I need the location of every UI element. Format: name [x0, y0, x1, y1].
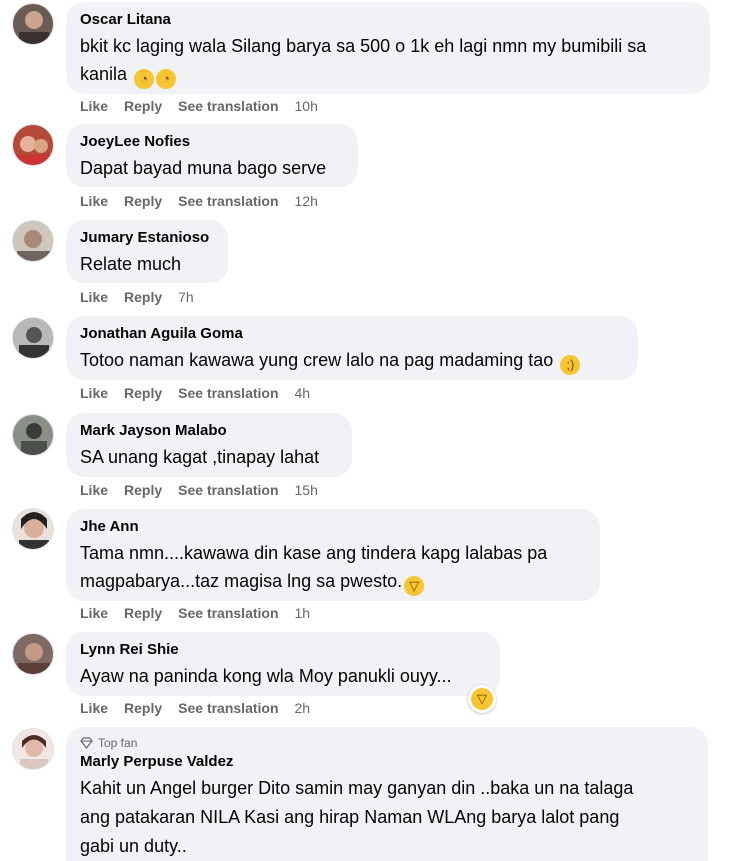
comment-bubble: JoeyLee Nofies Dapat bayad muna bago ser… [66, 124, 358, 187]
reply-button[interactable]: Reply [124, 604, 162, 622]
commenter-name[interactable]: Marly Perpuse Valdez [80, 752, 694, 771]
timestamp[interactable]: 2h [295, 699, 311, 717]
comment-bubble: Jumary Estanioso Relate much [66, 220, 228, 283]
see-translation-link[interactable]: See translation [178, 481, 278, 499]
timestamp[interactable]: 12h [295, 192, 318, 210]
avatar[interactable] [12, 317, 54, 359]
comment-bubble: Lynn Rei Shie Ayaw na paninda kong wla M… [66, 632, 500, 696]
comment-text: Relate much [80, 254, 182, 274]
comment-text: Tama nmn....kawawa din kase ang tindera … [80, 539, 586, 596]
comment-bubble: Jonathan Aguila Goma Totoo naman kawawa … [66, 316, 638, 380]
like-button[interactable]: Like [80, 384, 108, 402]
comment-text: bkit kc laging wala Silang barya sa 500 … [80, 32, 696, 89]
comment-text: SA unang kagat ,tinapay lahat [80, 447, 320, 467]
like-button[interactable]: Like [80, 699, 108, 717]
reply-button[interactable]: Reply [124, 384, 162, 402]
avatar[interactable] [12, 3, 54, 45]
reply-button[interactable]: Reply [124, 699, 162, 717]
comment-bubble: Mark Jayson Malabo SA unang kagat ,tinap… [66, 413, 352, 477]
avatar[interactable] [12, 124, 54, 166]
like-button[interactable]: Like [80, 604, 108, 622]
like-button[interactable]: Like [80, 481, 108, 499]
avatar[interactable] [12, 508, 54, 550]
see-translation-link[interactable]: See translation [178, 699, 278, 717]
diamond-icon [80, 737, 93, 749]
commenter-name[interactable]: JoeyLee Nofies [80, 132, 344, 151]
comment-actions: Like Reply See translation 15h [80, 481, 318, 499]
timestamp[interactable]: 1h [295, 604, 311, 622]
reply-button[interactable]: Reply [124, 192, 162, 210]
top-fan-badge: Top fan [80, 736, 694, 750]
timestamp[interactable]: 4h [295, 384, 311, 402]
avatar[interactable] [12, 633, 54, 675]
comment-actions: Like Reply See translation 2h [80, 699, 310, 717]
reply-button[interactable]: Reply [124, 481, 162, 499]
laughing-emoji-icon: ▽ [471, 688, 493, 710]
reply-button[interactable]: Reply [124, 97, 162, 115]
rolling-eyes-emoji-icon: ◔ [134, 69, 155, 89]
comment-text: Totoo naman kawawa yung crew lalo na pag… [80, 346, 624, 375]
see-translation-link[interactable]: See translation [178, 192, 278, 210]
comment-actions: Like Reply See translation 10h [80, 97, 318, 115]
commenter-name[interactable]: Oscar Litana [80, 10, 696, 29]
see-translation-link[interactable]: See translation [178, 97, 278, 115]
comment-actions: Like Reply See translation 4h [80, 384, 310, 402]
comment-actions: Like Reply See translation 1h [80, 604, 310, 622]
timestamp[interactable]: 10h [295, 97, 318, 115]
commenter-name[interactable]: Jonathan Aguila Goma [80, 324, 624, 343]
rolling-eyes-emoji-icon: ◔ [156, 69, 177, 89]
see-translation-link[interactable]: See translation [178, 384, 278, 402]
comment-text: Kahit un Angel burger Dito samin may gan… [80, 778, 634, 856]
winking-emoji-icon: ;) [560, 355, 581, 375]
commenter-name[interactable]: Lynn Rei Shie [80, 640, 486, 659]
avatar[interactable] [12, 220, 54, 262]
see-translation-link[interactable]: See translation [178, 604, 278, 622]
timestamp[interactable]: 15h [295, 481, 318, 499]
laughing-emoji-icon: ▽ [404, 576, 425, 596]
like-button[interactable]: Like [80, 288, 108, 306]
like-button[interactable]: Like [80, 192, 108, 210]
timestamp[interactable]: 7h [178, 288, 194, 306]
comment-text: Dapat bayad muna bago serve [80, 158, 327, 178]
avatar[interactable] [12, 728, 54, 770]
comment-bubble: Top fan Marly Perpuse Valdez Kahit un An… [66, 727, 708, 861]
reply-button[interactable]: Reply [124, 288, 162, 306]
comment-bubble: Oscar Litana bkit kc laging wala Silang … [66, 2, 710, 94]
commenter-name[interactable]: Jhe Ann [80, 517, 586, 536]
reaction-icon[interactable]: ▽ [468, 685, 496, 713]
comment-bubble: Jhe Ann Tama nmn....kawawa din kase ang … [66, 509, 600, 601]
like-button[interactable]: Like [80, 97, 108, 115]
commenter-name[interactable]: Mark Jayson Malabo [80, 421, 338, 440]
comment-actions: Like Reply See translation 12h [80, 192, 318, 210]
avatar[interactable] [12, 414, 54, 456]
comment-text: Ayaw na paninda kong wla Moy panukli ouy… [80, 666, 452, 686]
commenter-name[interactable]: Jumary Estanioso [80, 228, 214, 247]
comment-actions: Like Reply 7h [80, 288, 194, 306]
